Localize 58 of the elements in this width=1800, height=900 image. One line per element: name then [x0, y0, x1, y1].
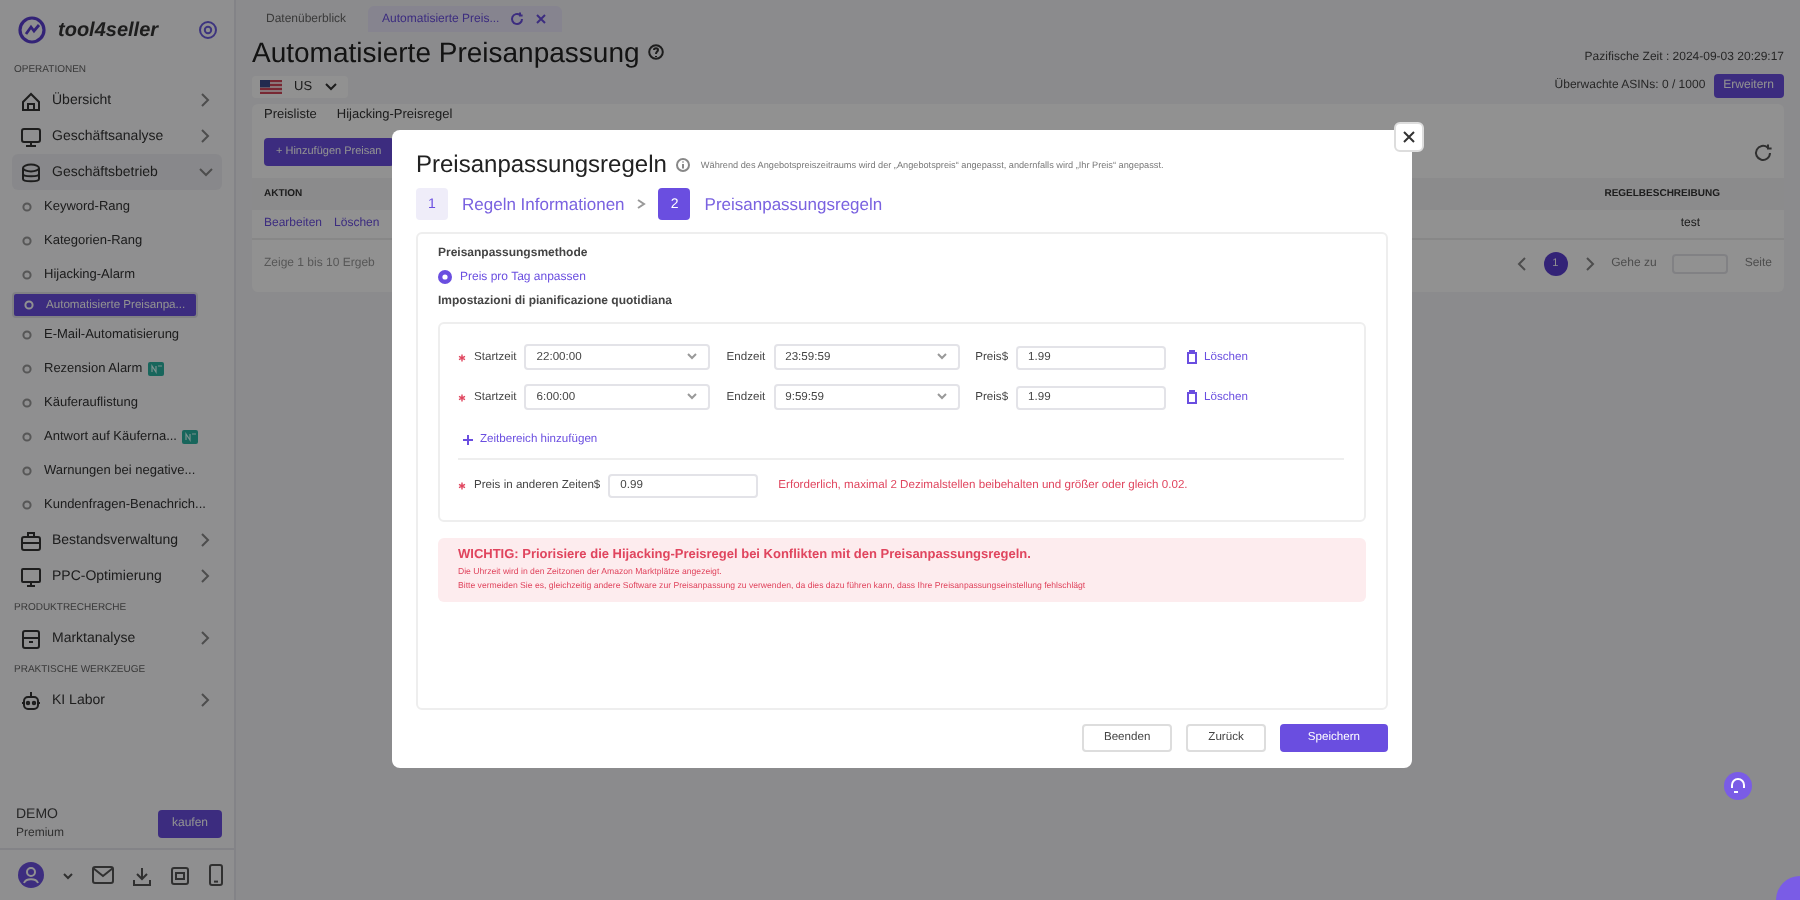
chevron-right-icon	[198, 128, 214, 144]
circle-icon	[22, 330, 32, 340]
refresh-icon	[1754, 143, 1772, 161]
chevron-down-icon	[686, 392, 699, 402]
chevron-right-icon	[1583, 256, 1596, 272]
help-icon	[647, 44, 664, 60]
refresh-icon	[509, 12, 524, 26]
download-icon	[132, 865, 152, 885]
circle-icon	[22, 500, 32, 510]
trash-icon	[1186, 350, 1199, 364]
chevron-down-icon	[935, 392, 948, 402]
phone-icon	[208, 864, 224, 886]
caret-down-icon	[62, 869, 74, 881]
database-icon	[20, 161, 42, 183]
avatar-icon	[18, 862, 44, 888]
circle-icon	[22, 270, 32, 280]
close-button[interactable]	[1394, 122, 1424, 152]
step-label[interactable]: Preisanpassungsregeln	[704, 194, 883, 214]
briefcase-icon	[20, 529, 42, 551]
chevron-right-icon	[198, 532, 214, 548]
flag-icon	[260, 80, 282, 94]
chevron-right-icon	[198, 692, 214, 708]
plus-icon	[462, 434, 474, 446]
circle-icon	[22, 398, 32, 408]
circle-icon	[22, 364, 32, 374]
square-icon	[170, 865, 190, 885]
circle-icon	[22, 236, 32, 246]
circle-icon	[22, 432, 32, 442]
monitor-icon	[20, 565, 42, 587]
chevron-down-icon	[686, 352, 699, 362]
monitor-icon	[20, 125, 42, 147]
chevron-down-icon	[935, 352, 948, 362]
info-icon	[676, 157, 691, 171]
settings-icon	[198, 20, 218, 40]
chevron-right-icon	[198, 92, 214, 108]
close-icon	[533, 12, 548, 26]
chevron-right-icon	[636, 198, 647, 210]
chevron-right-icon	[198, 630, 214, 646]
step-label[interactable]: Regeln Informationen	[462, 194, 625, 214]
logo-icon	[18, 16, 46, 44]
chevron-down-icon	[324, 80, 339, 94]
robot-icon	[20, 689, 42, 711]
archive-icon	[20, 627, 42, 649]
corner-widget-icon	[1776, 876, 1800, 900]
dialog-title: Preisanpassungsregeln	[416, 150, 667, 178]
house-icon	[20, 89, 42, 111]
support-icon	[1724, 772, 1752, 800]
circle-icon	[22, 466, 32, 476]
circle-icon	[22, 202, 32, 212]
chevron-left-icon	[1515, 256, 1528, 272]
brand-name: tool4seller	[58, 19, 161, 41]
chevron-down-icon	[198, 164, 214, 180]
trash-icon	[1186, 390, 1199, 404]
close-icon	[1402, 130, 1416, 144]
page-title: Automatisierte Preisanpassung	[252, 36, 640, 68]
chevron-right-icon	[198, 568, 214, 584]
circle-icon	[24, 300, 34, 310]
mail-icon	[92, 866, 114, 884]
